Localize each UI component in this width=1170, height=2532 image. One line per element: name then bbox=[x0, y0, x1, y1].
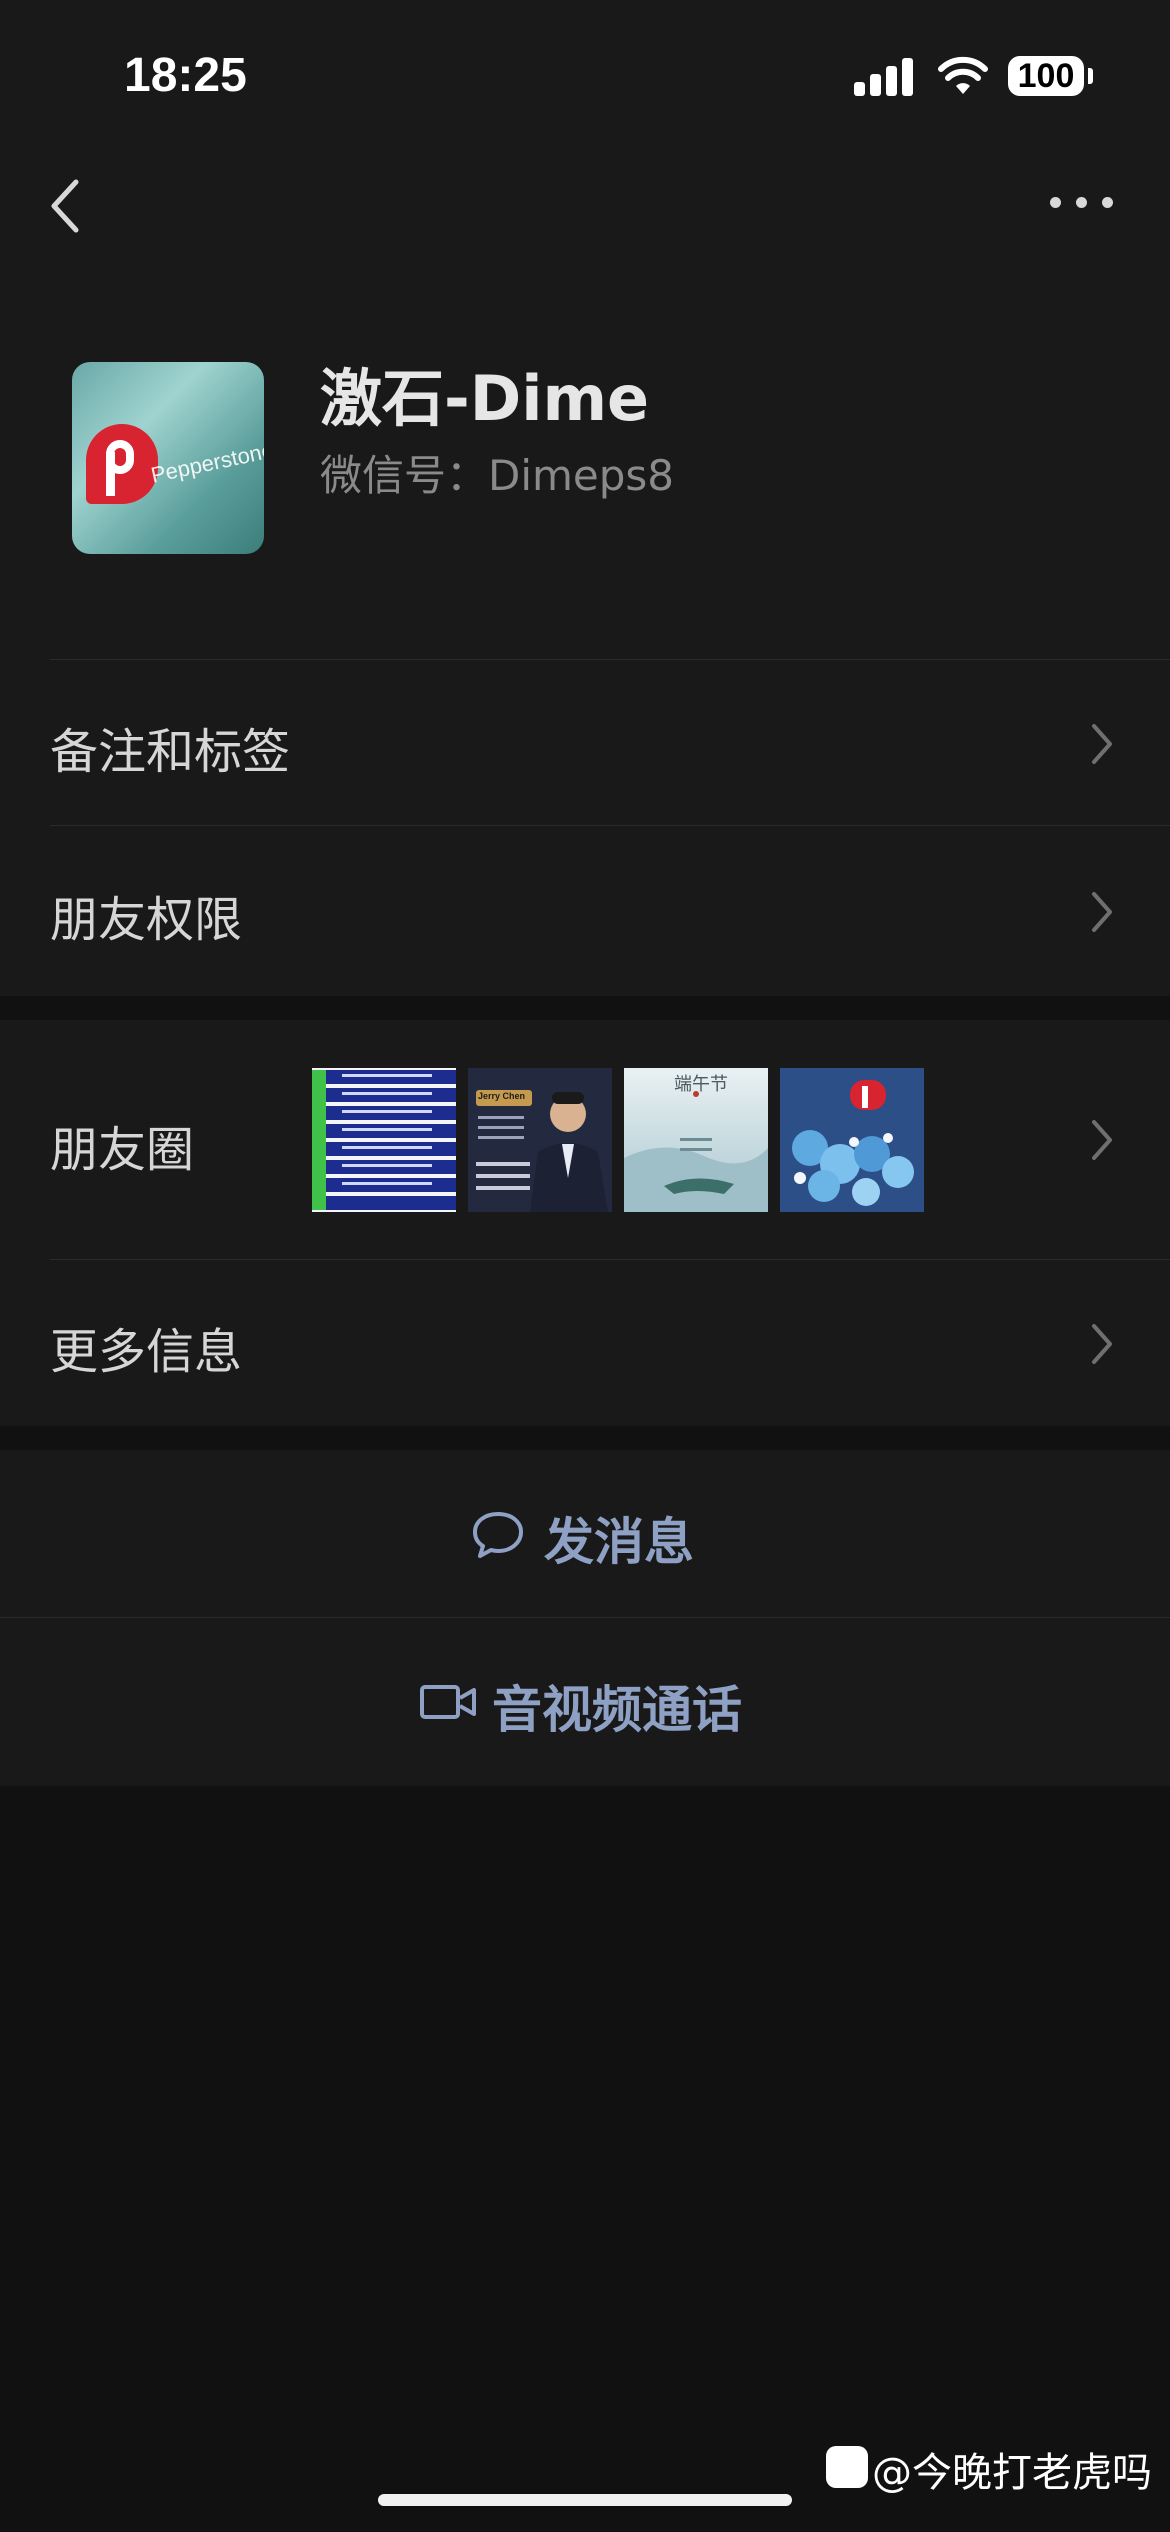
contact-name: 激石-Dime bbox=[320, 362, 650, 435]
video-call-label: 音视频通话 bbox=[492, 1681, 742, 1739]
send-message-button[interactable]: 发消息 bbox=[0, 1450, 1170, 1618]
home-indicator[interactable] bbox=[378, 2494, 792, 2506]
nav-bar bbox=[0, 150, 1170, 270]
send-message-label: 发消息 bbox=[544, 1513, 694, 1571]
moments-label: 朋友圈 bbox=[50, 1122, 195, 1178]
platform-logo-icon bbox=[826, 2446, 868, 2488]
moments-thumb-image bbox=[468, 1068, 612, 1212]
moments-row[interactable]: 朋友圈 Jerry Chen 端午节 bbox=[0, 1020, 1170, 1260]
moments-thumb[interactable] bbox=[780, 1068, 924, 1212]
chevron-right-icon bbox=[1092, 1324, 1112, 1364]
friend-permissions-row[interactable]: 朋友权限 bbox=[0, 826, 1170, 996]
status-bar: 18:25 100 bbox=[0, 0, 1170, 150]
moments-thumb[interactable]: Jerry Chen bbox=[468, 1068, 612, 1212]
moments-thumb[interactable]: 端午节 bbox=[624, 1068, 768, 1212]
more-icon[interactable] bbox=[1050, 192, 1114, 212]
chevron-right-icon bbox=[1092, 892, 1112, 932]
remarks-tags-label: 备注和标签 bbox=[50, 724, 291, 780]
more-info-row[interactable]: 更多信息 bbox=[0, 1260, 1170, 1426]
friend-permissions-label: 朋友权限 bbox=[50, 892, 243, 948]
signal-icon bbox=[854, 56, 914, 96]
moments-thumb-caption: 端午节 bbox=[674, 1074, 728, 1095]
watermark-text: @今晚打老虎吗 bbox=[872, 2450, 1152, 2496]
wifi-icon bbox=[938, 56, 988, 94]
status-time: 18:25 bbox=[124, 49, 247, 102]
battery-icon: 100 bbox=[1008, 56, 1084, 96]
chevron-right-icon bbox=[1092, 1120, 1112, 1160]
back-icon[interactable] bbox=[44, 176, 88, 236]
video-call-button[interactable]: 音视频通话 bbox=[0, 1618, 1170, 1786]
video-camera-icon bbox=[420, 1685, 476, 1719]
moments-thumb-caption: Jerry Chen bbox=[478, 1091, 526, 1101]
moments-thumb[interactable] bbox=[312, 1068, 456, 1212]
wechat-id: 微信号：Dimeps8 bbox=[320, 451, 675, 500]
moments-thumb-image bbox=[312, 1068, 456, 1212]
avatar-logo-text: Pepperstone bbox=[148, 437, 264, 488]
chevron-right-icon bbox=[1092, 724, 1112, 764]
avatar[interactable]: Pepperstone bbox=[72, 362, 264, 554]
battery-cap bbox=[1088, 68, 1093, 84]
chat-bubble-icon bbox=[473, 1512, 523, 1558]
more-info-label: 更多信息 bbox=[50, 1324, 243, 1380]
remarks-tags-row[interactable]: 备注和标签 bbox=[0, 660, 1170, 826]
profile-header: Pepperstone 激石-Dime 微信号：Dimeps8 bbox=[0, 270, 1170, 660]
moments-thumb-image bbox=[780, 1068, 924, 1212]
